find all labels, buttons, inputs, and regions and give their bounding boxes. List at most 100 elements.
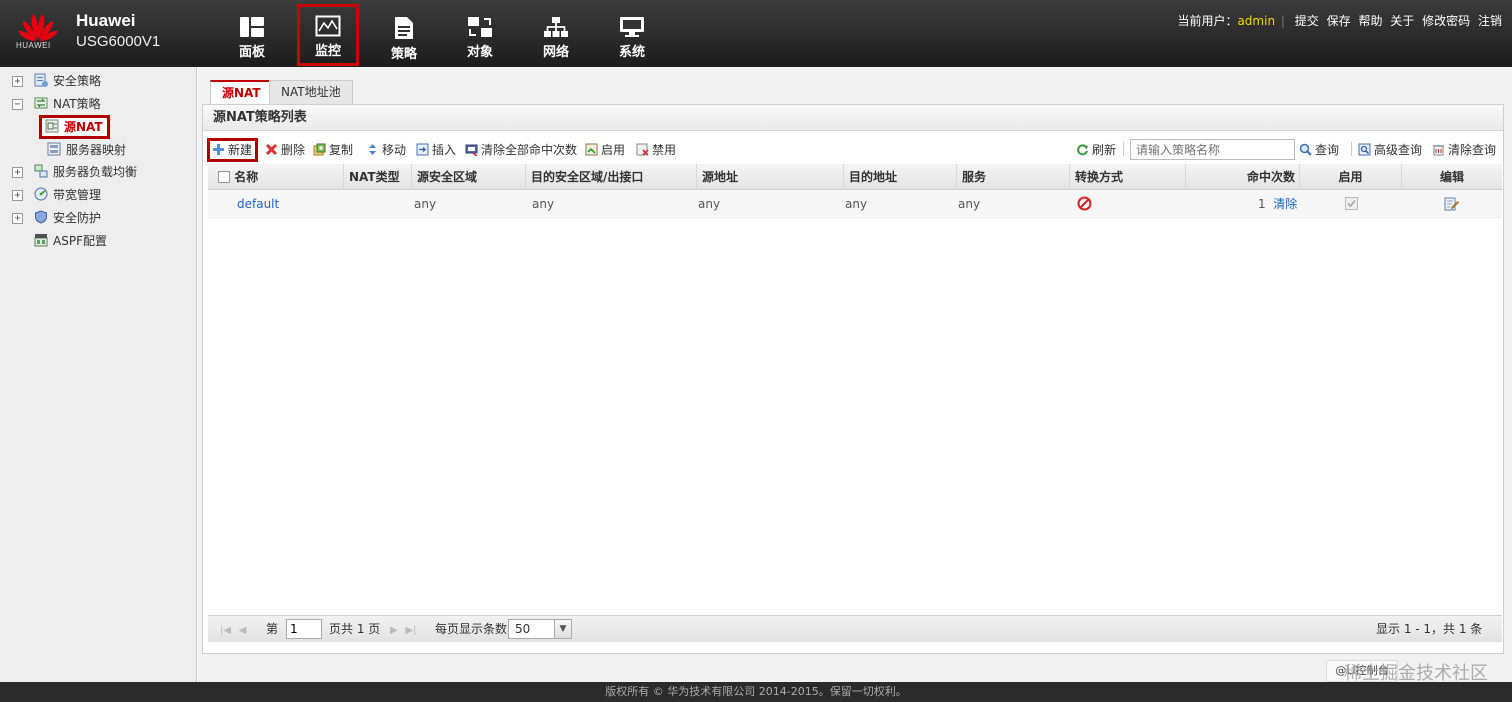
nav-dashboard[interactable]: 面板 (221, 6, 283, 64)
sidebar-item-aspf[interactable]: ASPF配置 (34, 232, 107, 250)
sidebar-item-security-protection[interactable]: 安全防护 (34, 209, 101, 227)
new-button[interactable]: 新建 (207, 138, 259, 162)
clear-all-hits-button[interactable]: 清除全部命中次数 (465, 141, 577, 159)
expand-toggle-icon[interactable]: + (12, 167, 23, 178)
advanced-query-button[interactable]: 高级查询 (1358, 141, 1422, 159)
sidebar-item-security-policy[interactable]: 安全策略 (34, 72, 101, 90)
about-link[interactable]: 关于 (1390, 14, 1414, 28)
change-password-link[interactable]: 修改密码 (1422, 14, 1470, 28)
app-header: HUAWEI Huawei USG6000V1 面板 监控 策略 对象 网络 系… (0, 0, 1512, 67)
shield-icon (35, 210, 47, 224)
logout-link[interactable]: 注销 (1478, 14, 1502, 28)
object-icon (468, 17, 492, 37)
search-icon (1299, 143, 1312, 156)
nav-policy[interactable]: 策略 (373, 6, 435, 64)
sidebar-item-bandwidth[interactable]: 带宽管理 (34, 186, 101, 204)
sidebar-item-load-balance[interactable]: 服务器负载均衡 (34, 163, 137, 181)
pager-nav-first: |◀ ◀ (220, 616, 246, 643)
last-page-icon[interactable]: ▶| (405, 625, 416, 636)
sidebar-item-nat-policy[interactable]: NAT策略 (34, 95, 101, 113)
column-source-zone[interactable]: 源安全区域 (412, 164, 526, 190)
query-button[interactable]: 查询 (1299, 141, 1339, 159)
sidebar-item-label: NAT策略 (53, 97, 101, 111)
copy-button[interactable]: 复制 (313, 141, 353, 159)
delete-button[interactable]: 删除 (265, 141, 305, 159)
clear-all-hits-label: 清除全部命中次数 (481, 143, 578, 157)
edit-icon[interactable] (1444, 196, 1459, 211)
sidebar-item-label: 带宽管理 (53, 188, 102, 202)
enable-button[interactable]: 启用 (585, 141, 625, 159)
enabled-checkbox-icon[interactable] (1345, 197, 1358, 210)
sidebar-item-server-mapping[interactable]: 服务器映射 (47, 141, 126, 159)
column-source-address[interactable]: 源地址 (697, 164, 844, 190)
select-all-checkbox[interactable] (218, 171, 230, 183)
enable-icon (585, 143, 598, 156)
nav-object[interactable]: 对象 (449, 6, 511, 64)
grid-header: 名称 NAT类型 源安全区域 目的安全区域/出接口 源地址 目的地址 服务 转换… (208, 164, 1502, 190)
cell-destination-zone: any (532, 197, 555, 211)
submit-link[interactable]: 提交 (1295, 14, 1319, 28)
nav-label: 监控 (314, 44, 341, 59)
nat-policy-icon (34, 97, 48, 109)
prev-page-icon[interactable]: ◀ (239, 625, 247, 636)
move-button[interactable]: 移动 (366, 141, 406, 159)
security-policy-icon (34, 73, 48, 87)
clear-counter-icon (465, 144, 478, 156)
column-destination-address[interactable]: 目的地址 (844, 164, 957, 190)
expand-toggle-icon[interactable]: + (12, 213, 23, 224)
cell-source-address: any (698, 197, 721, 211)
product-model: USG6000V1 (76, 33, 161, 50)
main-content: 源NAT NAT地址池 源NAT策略列表 新建 删除 复制 移动 插入 清除全部… (198, 67, 1512, 682)
cell-enabled (1345, 190, 1358, 218)
refresh-button[interactable]: 刷新 (1076, 141, 1116, 159)
column-hit-count[interactable]: 命中次数 (1186, 164, 1300, 190)
sidebar-item-label: 服务器负载均衡 (53, 165, 138, 179)
column-enabled[interactable]: 启用 (1300, 164, 1402, 190)
page-size-select[interactable]: 50 ▼ (508, 619, 572, 639)
expand-toggle-icon[interactable]: + (12, 76, 23, 87)
policy-name-search-input[interactable] (1130, 139, 1295, 160)
tab-source-nat[interactable]: 源NAT (210, 80, 273, 104)
clear-hits-link[interactable]: 清除 (1273, 197, 1297, 211)
column-nat-type[interactable]: NAT类型 (344, 164, 412, 190)
table-row[interactable]: default any any any any any 1 清除 (208, 190, 1502, 218)
next-page-icon[interactable]: ▶ (390, 625, 398, 636)
nav-monitor[interactable]: 监控 (297, 4, 359, 66)
column-translation-mode[interactable]: 转换方式 (1070, 164, 1186, 190)
column-name[interactable]: 名称 (208, 164, 344, 190)
system-computer-icon (620, 17, 644, 37)
nav-label: 策略 (390, 47, 417, 62)
copyright-footer: 版权所有 © 华为技术有限公司 2014-2015。保留一切权利。 (0, 682, 1512, 702)
column-edit[interactable]: 编辑 (1402, 164, 1502, 190)
cell-source-zone: any (414, 197, 437, 211)
pager-page-prefix: 第 (266, 622, 279, 636)
panel-title: 源NAT策略列表 (203, 105, 1503, 131)
nav-network[interactable]: 网络 (525, 6, 587, 64)
column-service[interactable]: 服务 (957, 164, 1070, 190)
hit-count-value: 1 (1258, 197, 1266, 211)
policy-name-link[interactable]: default (237, 197, 279, 211)
insert-button[interactable]: 插入 (416, 141, 456, 159)
page-number-input[interactable] (286, 619, 322, 639)
clear-query-button[interactable]: 清除查询 (1432, 141, 1496, 159)
advanced-query-label: 高级查询 (1374, 143, 1423, 157)
cell-destination-address: any (845, 197, 868, 211)
cell-edit (1444, 190, 1459, 218)
monitor-chart-icon (315, 15, 341, 37)
sidebar-item-label: 源NAT (64, 120, 103, 134)
expand-toggle-icon[interactable]: + (12, 190, 23, 201)
move-button-label: 移动 (382, 143, 407, 157)
delete-button-label: 删除 (281, 143, 306, 157)
load-balance-icon (34, 164, 48, 178)
column-destination-zone[interactable]: 目的安全区域/出接口 (526, 164, 697, 190)
network-icon (544, 17, 568, 37)
disable-button[interactable]: 禁用 (636, 141, 676, 159)
nav-system[interactable]: 系统 (601, 6, 663, 64)
first-page-icon[interactable]: |◀ (220, 625, 231, 636)
save-link[interactable]: 保存 (1327, 14, 1351, 28)
tab-nat-address-pool[interactable]: NAT地址池 (269, 80, 353, 104)
help-link[interactable]: 帮助 (1358, 14, 1382, 28)
sidebar-item-source-nat[interactable]: 源NAT (39, 115, 110, 139)
collapse-toggle-icon[interactable]: − (12, 99, 23, 110)
disable-button-label: 禁用 (652, 143, 677, 157)
